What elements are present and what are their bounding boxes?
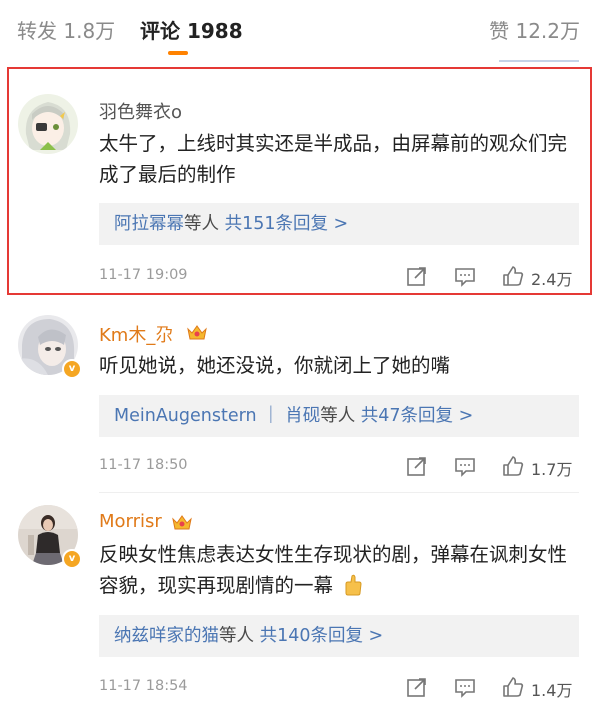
comment-tabs: 转发 1.8万 评论 1988 赞 12.2万 (0, 0, 601, 58)
comment-text: 太牛了，上线时其实还是半成品，由屏幕前的观众们完成了最后的制作 (99, 132, 568, 186)
comment-text-body: 反映女性焦虑表达女性生存现状的剧，弹幕在讽刺女性容貌，现实再现剧情的一幕 (99, 543, 568, 597)
reply-suffix: 等人 (184, 214, 219, 234)
reply-names[interactable]: MeinAugenstern ｜ 肖砚 (114, 406, 320, 426)
timestamp: 11-17 18:54 (99, 678, 188, 694)
reply-total-link[interactable]: 共47条回复 > (361, 406, 474, 426)
username[interactable]: 羽色舞衣o (99, 98, 182, 124)
clipped-text-fragment (499, 58, 579, 64)
comment-icon[interactable] (454, 455, 476, 477)
reply-suffix: 等人 (320, 406, 356, 426)
reply-summary[interactable]: 纳兹咩家的猫等人 共140条回复 > (99, 615, 579, 657)
comment-item: v Morrisr 反映女性焦虑表达女性生存现状的剧，弹幕在讽刺女性容貌，现实再… (0, 495, 601, 705)
comment-icon[interactable] (454, 265, 476, 287)
comment-meta: 11-17 18:54 1.4万 (99, 676, 580, 700)
verified-badge-icon: v (62, 549, 82, 569)
comment-icon[interactable] (454, 676, 476, 698)
reply-suffix: 等人 (219, 626, 254, 646)
comment-item: 羽色舞衣o 太牛了，上线时其实还是半成品，由屏幕前的观众们完成了最后的制作 阿拉… (0, 66, 601, 296)
reply-summary[interactable]: MeinAugenstern ｜ 肖砚等人 共47条回复 > (99, 395, 579, 437)
like-count: 1.7万 (531, 460, 573, 479)
reply-names[interactable]: 纳兹咩家的猫 (114, 626, 219, 646)
active-tab-indicator (168, 51, 188, 55)
like-count: 2.4万 (531, 270, 573, 289)
avatar[interactable] (18, 94, 78, 154)
vip-crown-icon (171, 513, 193, 531)
like-count: 1.4万 (531, 681, 573, 700)
like-icon[interactable] (502, 676, 524, 698)
like-icon[interactable] (502, 455, 524, 477)
comment-meta: 11-17 18:50 1.7万 (99, 455, 580, 479)
reply-names[interactable]: 阿拉幂幂 (114, 214, 184, 234)
comment-text: 反映女性焦虑表达女性生存现状的剧，弹幕在讽刺女性容貌，现实再现剧情的一幕 (99, 539, 579, 605)
reply-total-link[interactable]: 共151条回复 > (225, 214, 349, 234)
timestamp: 11-17 19:09 (99, 267, 188, 283)
verified-badge-icon: v (62, 359, 82, 379)
thumbs-up-emoji-icon (343, 574, 363, 605)
reply-summary[interactable]: 阿拉幂幂等人 共151条回复 > (99, 203, 579, 245)
username[interactable]: Km木_尕 (99, 321, 173, 347)
like-icon[interactable] (502, 265, 524, 287)
username[interactable]: Morrisr (99, 511, 162, 532)
repost-icon[interactable] (406, 676, 428, 698)
comment-text: 听见她说，她还没说，你就闭上了她的嘴 (99, 354, 451, 377)
tab-comment[interactable]: 评论 1988 (140, 15, 243, 44)
timestamp: 11-17 18:50 (99, 457, 188, 473)
divider (99, 492, 579, 493)
comment-meta: 11-17 19:09 2.4万 (99, 265, 580, 289)
repost-icon[interactable] (406, 455, 428, 477)
reply-total-link[interactable]: 共140条回复 > (260, 626, 384, 646)
tab-like[interactable]: 赞 12.2万 (489, 15, 580, 44)
vip-crown-icon (186, 323, 208, 341)
repost-icon[interactable] (406, 265, 428, 287)
comment-item: v Km木_尕 听见她说，她还没说，你就闭上了她的嘴 MeinAugenster… (0, 305, 601, 495)
tab-repost[interactable]: 转发 1.8万 (17, 15, 115, 44)
